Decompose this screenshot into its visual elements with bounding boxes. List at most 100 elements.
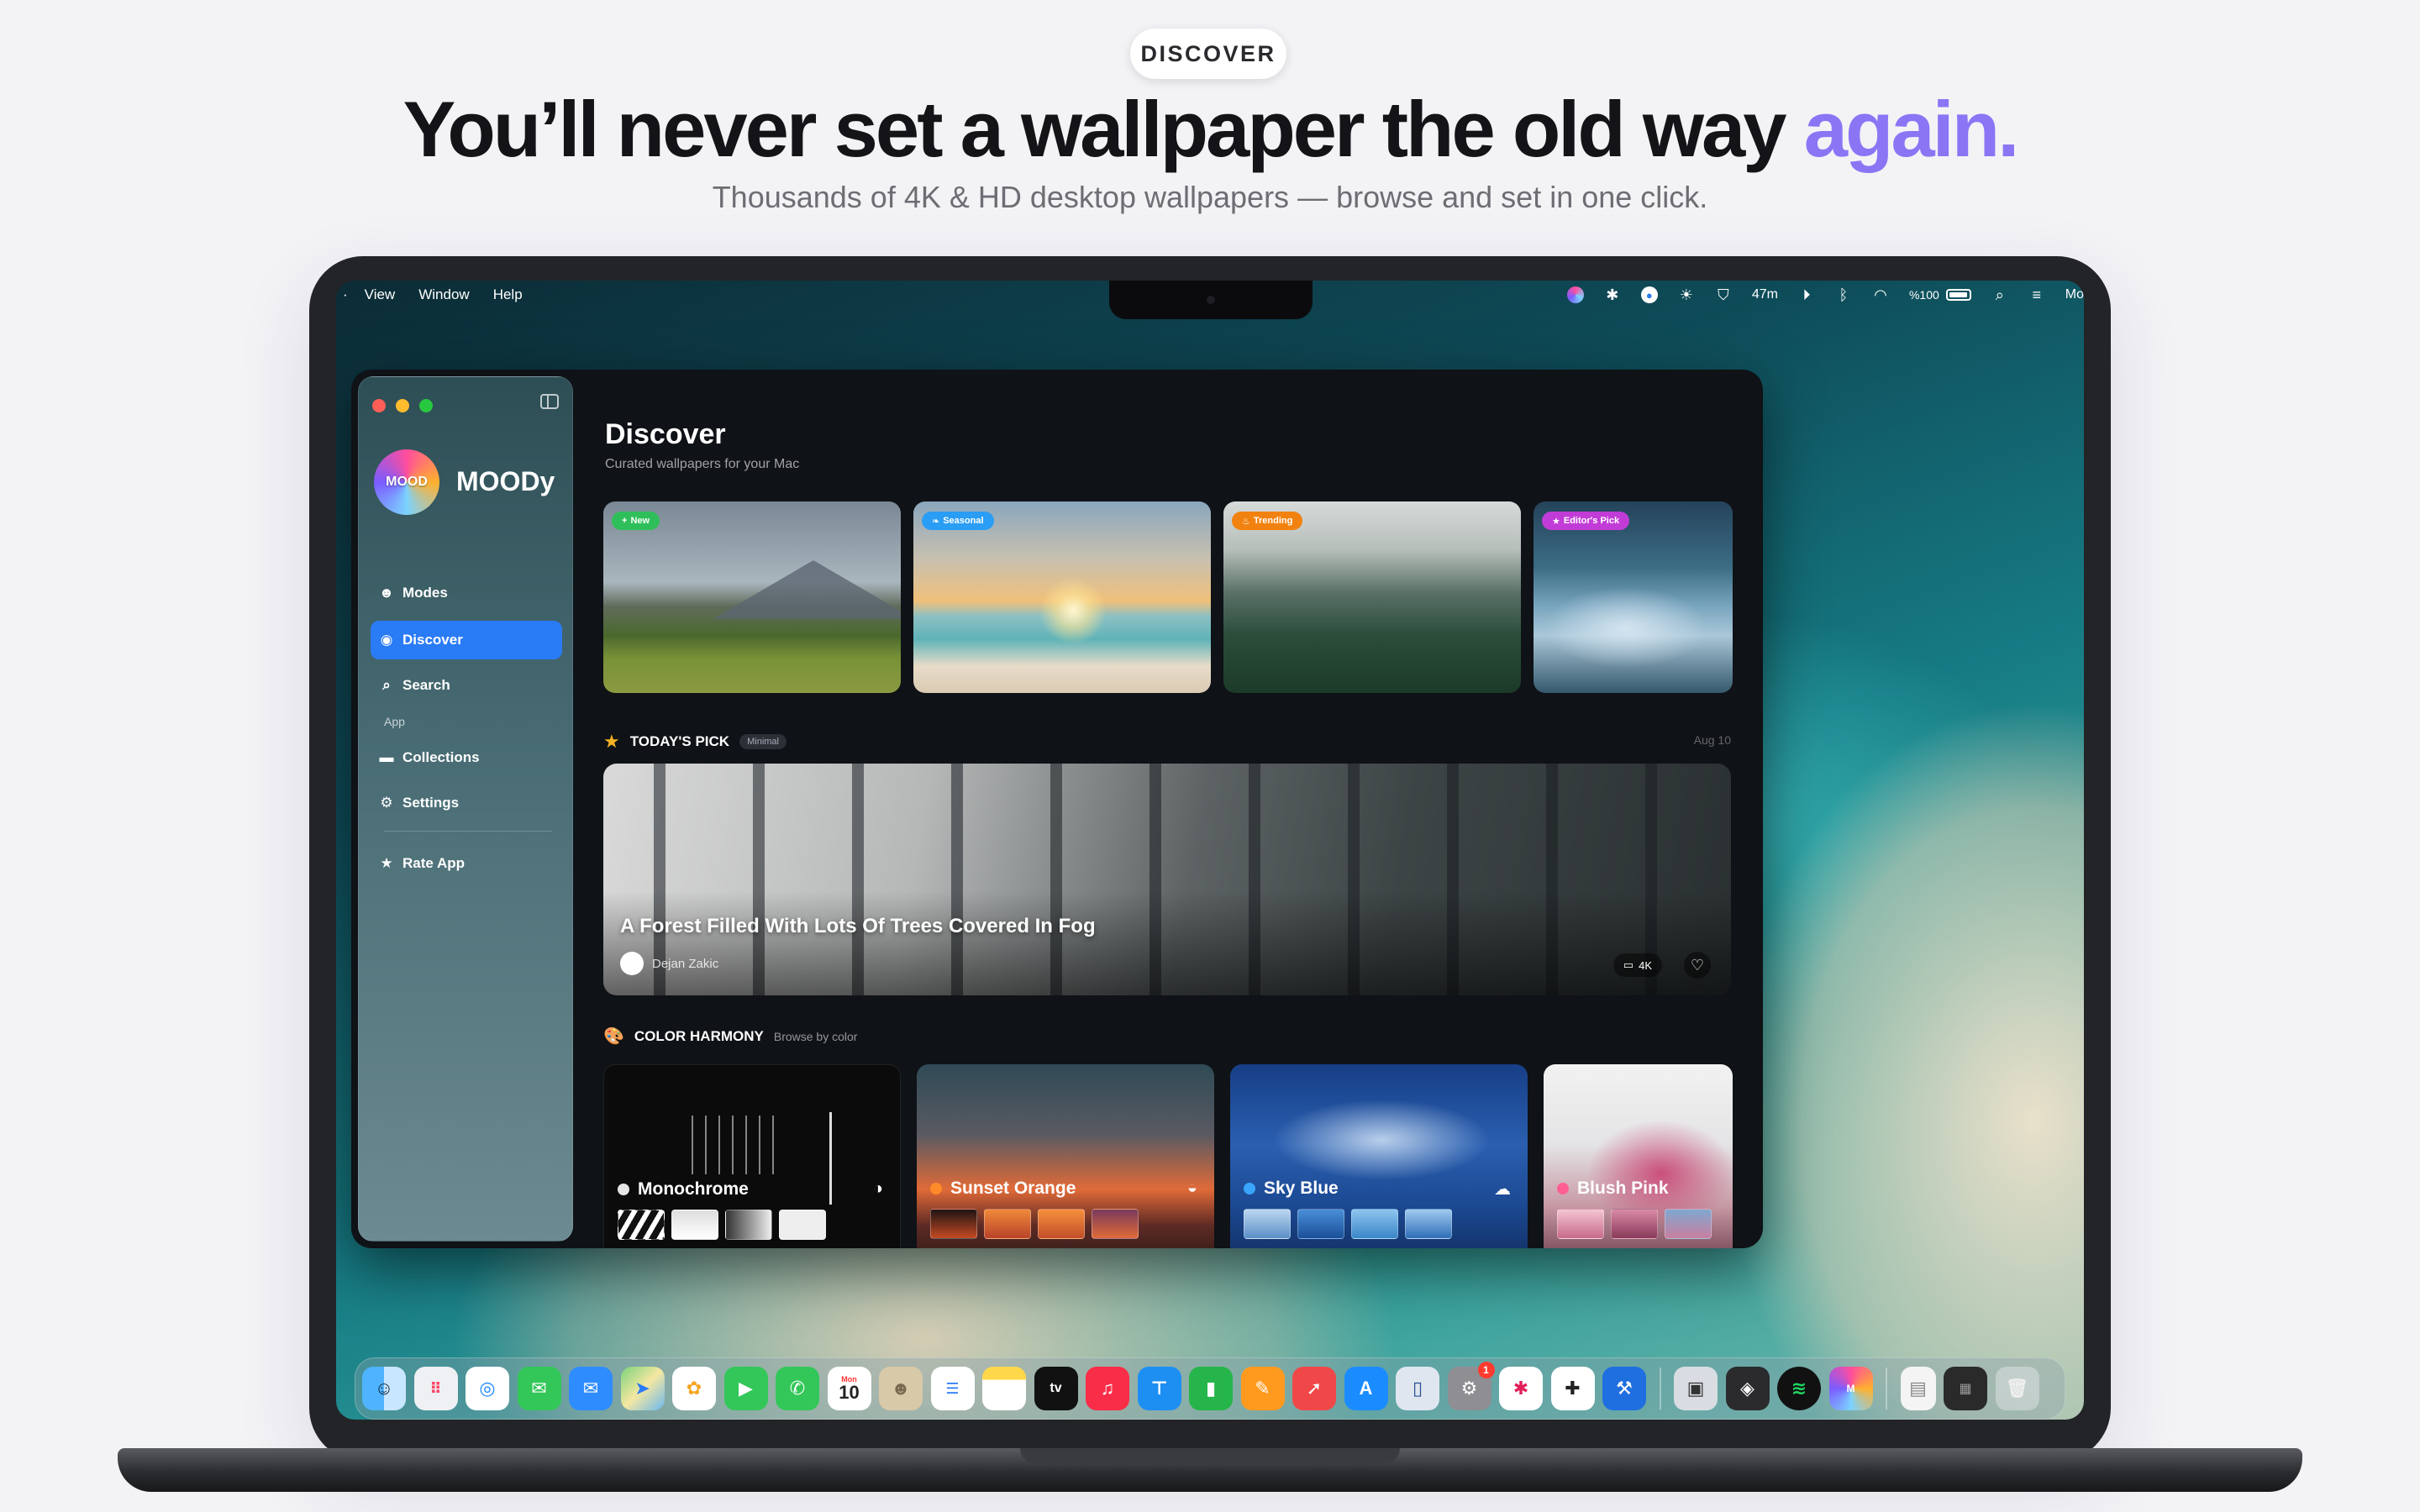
moody-dock-icon[interactable]: M (1828, 1367, 1873, 1410)
color-thumbs (618, 1210, 826, 1240)
moody-logo: MOOD (374, 449, 439, 515)
cube-app-icon[interactable]: ◈ (1725, 1367, 1770, 1410)
trash-icon[interactable]: 🗑 (1995, 1367, 2039, 1410)
zoom-button[interactable] (419, 399, 433, 412)
sunset-icon: ◒ (1186, 1179, 1197, 1197)
battery-icon[interactable] (1945, 289, 1971, 301)
simulator-icon[interactable]: ▯ (1396, 1367, 1439, 1410)
control-center-icon[interactable]: ≡ (2028, 286, 2045, 303)
bluetooth-icon[interactable]: ᛒ (1835, 286, 1852, 303)
main-content: Discover Curated wallpapers for your Mac… (603, 370, 1763, 1248)
color-harmony-hint: Browse by color (773, 1029, 858, 1043)
pages-icon[interactable]: ✎ (1240, 1367, 1285, 1410)
battery-text[interactable]: %100 (1909, 288, 1939, 302)
quality-text: 4K (1639, 958, 1652, 972)
wifi-icon[interactable]: ◠ (1872, 286, 1889, 303)
craft-icon[interactable]: ✚ (1550, 1367, 1595, 1410)
network-icon[interactable]: ✱ (1604, 286, 1621, 303)
facetime-icon[interactable]: ▶ (723, 1367, 768, 1410)
color-thumbs (930, 1209, 1139, 1239)
app-status-icon[interactable]: ● (1640, 286, 1658, 303)
menu-window[interactable]: Window (418, 286, 469, 303)
color-card-sunset-orange[interactable]: Sunset Orange ◒ (917, 1064, 1214, 1248)
minimize-button[interactable] (396, 399, 409, 412)
todays-pick-card[interactable]: A Forest Filled With Lots Of Trees Cover… (603, 764, 1731, 995)
featured-card-seasonal[interactable]: ❧ Seasonal (913, 501, 1211, 693)
brightness-icon[interactable]: ☀ (1678, 286, 1695, 303)
sidebar-item-search[interactable]: ⌕ Search (371, 666, 562, 705)
keynote-icon[interactable]: ⊤ (1137, 1367, 1181, 1410)
system-settings-icon[interactable]: ⚙ 1 (1447, 1362, 1495, 1410)
finder-icon[interactable]: ☺ (362, 1367, 406, 1410)
app-store-icon[interactable]: A (1344, 1367, 1388, 1410)
badge-label: Seasonal (943, 516, 984, 526)
notes-icon[interactable] (982, 1367, 1026, 1410)
spotify-icon[interactable]: ≋ (1777, 1367, 1821, 1410)
search-icon: ⌕ (382, 677, 391, 693)
badge-label: New (630, 516, 650, 526)
menu-help[interactable]: Help (493, 286, 523, 303)
messages-icon[interactable]: ✉ (517, 1367, 561, 1410)
sidebar-item-discover[interactable]: ◉ Discover (371, 621, 562, 659)
rocket-icon[interactable]: ➚ (1292, 1367, 1336, 1410)
logo-text: MOOD (386, 475, 428, 489)
mono-line (829, 1112, 832, 1205)
sidebar-toggle-icon[interactable] (540, 394, 559, 409)
star-icon: ★ (380, 855, 393, 871)
music-icon[interactable]: ♫ (1086, 1367, 1129, 1410)
badge-label: Editor's Pick (1563, 516, 1620, 526)
moody-status-icon[interactable] (1566, 286, 1584, 303)
gear-icon: ⚙ (380, 795, 393, 811)
document-icon[interactable]: ▤ (1900, 1367, 1936, 1410)
contacts-icon[interactable]: ☻ (879, 1367, 923, 1410)
sidebar-item-modes[interactable]: ☻ Modes (371, 574, 562, 612)
badge-label: Trending (1253, 516, 1293, 526)
launchpad-icon[interactable]: ⠿ (413, 1367, 458, 1410)
featured-card-new[interactable]: + New (603, 501, 901, 693)
close-button[interactable] (372, 399, 386, 412)
spotlight-icon[interactable]: ⌕ (1991, 286, 2008, 303)
todays-pick-label: TODAY'S PICK (629, 733, 730, 749)
contrast-icon: ◑ (872, 1179, 883, 1198)
screenshot-folder-icon[interactable]: ▦ (1944, 1367, 1987, 1410)
play-icon[interactable]: ⏵ (1798, 286, 1815, 303)
sidebar-item-rate-app[interactable]: ★ Rate App (371, 844, 562, 883)
color-card-label: Monochrome (618, 1179, 749, 1200)
color-name: Blush Pink (1577, 1179, 1669, 1198)
color-card-label: Blush Pink (1557, 1179, 1669, 1199)
color-card-blush-pink[interactable]: Blush Pink (1544, 1064, 1733, 1248)
laptop-base-notch (1020, 1448, 1400, 1463)
favorite-heart-icon[interactable]: ♡ (1684, 952, 1711, 979)
color-harmony-label: COLOR HARMONY (634, 1027, 764, 1044)
sidebar-item-label: Settings (402, 795, 460, 811)
apple-menu-icon[interactable]: · (343, 286, 348, 303)
phone-icon[interactable]: ✆ (776, 1367, 819, 1410)
mail-icon[interactable]: ✉ (569, 1367, 613, 1410)
sidebar-item-settings[interactable]: ⚙ Settings (371, 784, 562, 822)
preview-icon[interactable]: ▣ (1674, 1367, 1718, 1410)
featured-card-trending[interactable]: ♨ Trending (1223, 501, 1521, 693)
status-bar: ✱ ● ☀ ⛉ 47m ⏵ ᛒ ◠ %100 ⌕ ≡ Mo (1566, 281, 2084, 309)
shield-icon[interactable]: ⛉ (1715, 286, 1732, 303)
hero-subtitle: Thousands of 4K & HD desktop wallpapers … (712, 180, 1708, 214)
timer-text[interactable]: 47m (1752, 287, 1778, 302)
color-card-monochrome[interactable]: Monochrome ◑ (603, 1064, 901, 1248)
apple-tv-icon[interactable]: tv (1034, 1367, 1078, 1410)
numbers-icon[interactable]: ▮ (1189, 1367, 1233, 1410)
sidebar-item-label: Collections (402, 749, 480, 765)
featured-card-editors-pick[interactable]: ★ Editor's Pick (1534, 501, 1733, 693)
todays-pick-author[interactable]: Dejan Zakic (620, 952, 718, 975)
maps-icon[interactable]: ➤ (620, 1367, 665, 1410)
quality-badge: ▭ 4K (1612, 953, 1662, 977)
color-thumbs (1244, 1209, 1452, 1239)
photos-icon[interactable]: ✿ (672, 1367, 716, 1410)
color-card-sky-blue[interactable]: Sky Blue ☁ (1230, 1064, 1528, 1248)
slack-icon[interactable]: ✱ (1499, 1367, 1543, 1410)
sidebar-item-collections[interactable]: ▬ Collections (371, 738, 562, 777)
color-dot (1244, 1183, 1255, 1194)
safari-icon[interactable]: ◎ (466, 1367, 509, 1410)
reminders-icon[interactable]: ☰ (930, 1367, 975, 1410)
xcode-icon[interactable]: ⚒ (1602, 1367, 1646, 1410)
calendar-icon[interactable]: Mon 10 (827, 1367, 871, 1410)
menu-view[interactable]: View (365, 286, 396, 303)
